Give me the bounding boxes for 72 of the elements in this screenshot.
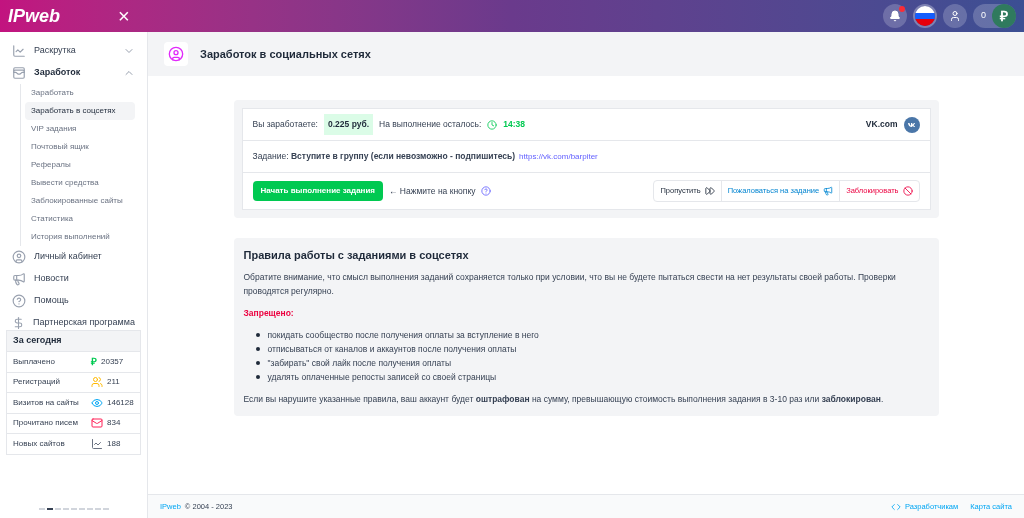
user-icon xyxy=(12,250,26,264)
stat-value: 146128 xyxy=(107,396,134,409)
stat-label: Новых сайтов xyxy=(13,437,66,450)
close-button[interactable]: × xyxy=(118,6,130,26)
logo[interactable]: IPweb xyxy=(8,2,118,30)
submenu-item[interactable]: Заработать в соцсетях xyxy=(25,102,135,120)
bell-icon xyxy=(889,10,901,22)
rule-item: покидать сообщество после получения оплаты за вступление в него xyxy=(267,329,539,342)
sidebar-item[interactable]: Партнерская программа xyxy=(12,312,135,330)
help-icon xyxy=(12,294,26,308)
bullet-icon xyxy=(255,347,260,351)
help-icon xyxy=(481,186,492,196)
notifications-button[interactable] xyxy=(883,4,907,28)
earn-value: 0.225 руб. xyxy=(324,114,374,135)
stat-label: Визитов на сайты xyxy=(13,396,80,409)
submenu-item[interactable]: Заблокированные сайты xyxy=(25,192,135,210)
rules-title: Правила работы с заданиями в соцсетях xyxy=(243,248,470,262)
rule-item: "забирать" свой лайк после получения оплаты xyxy=(267,357,452,370)
eye-icon xyxy=(91,396,103,409)
rules-warning: Если вы нарушите указанные правила, ваш аккаунт будет оштрафован на сумму, превышающую стоимость выполнения задания в 3-10 раз или заблокирован. xyxy=(243,393,885,406)
stat-label: Прочитано писем xyxy=(13,417,79,430)
rule-item: удалять оплаченные репосты записей со своей страницы xyxy=(267,371,497,384)
submenu-item[interactable]: Заработать xyxy=(25,84,135,102)
pager-dash[interactable] xyxy=(46,508,53,510)
code-icon xyxy=(890,501,901,512)
stat-value: 211 xyxy=(107,376,120,389)
mail-icon xyxy=(91,417,103,430)
page-title: Заработок в социальных сетях xyxy=(200,46,371,62)
sidebar-item[interactable]: Новости xyxy=(12,268,135,290)
stat-label: Регистраций xyxy=(13,376,61,389)
sidebar-item[interactable]: Личный кабинет xyxy=(12,246,135,268)
earn-label: Вы заработаете: xyxy=(252,118,318,131)
submenu-item[interactable]: Рефералы xyxy=(25,156,135,174)
skip-icon xyxy=(704,186,715,196)
balance-button[interactable]: 0 ₽ xyxy=(973,4,1016,28)
profile-button[interactable] xyxy=(943,4,967,28)
hint-text: ← Нажмите на кнопку xyxy=(389,184,476,198)
megaphone-icon xyxy=(823,186,834,196)
chart-icon xyxy=(12,44,26,58)
panel-title: За сегодня xyxy=(7,331,140,351)
submenu-item[interactable]: Вывести средства xyxy=(25,174,135,192)
users-icon xyxy=(91,376,103,389)
submenu-item[interactable]: Почтовый ящик xyxy=(25,138,135,156)
bullet-icon xyxy=(255,333,260,337)
task-text: Задание: Вступите в группу (если невозможно - подпишитесь) xyxy=(252,150,516,163)
network-name: VK.com xyxy=(865,118,898,131)
language-flag-button[interactable] xyxy=(913,4,937,28)
sidebar-item[interactable]: Заработок xyxy=(12,62,135,84)
sidebar-item[interactable]: Помощь xyxy=(12,290,135,312)
sidebar-item[interactable]: Раскрутка xyxy=(12,40,135,62)
bullet-icon xyxy=(255,375,260,379)
time-remaining: 14:38 xyxy=(503,118,526,131)
stat-value: 834 xyxy=(107,417,121,430)
clock-icon xyxy=(487,119,498,130)
submenu-item[interactable]: VIP задания xyxy=(25,120,135,138)
stat-label: Выплачено xyxy=(13,355,56,368)
time-label: На выполнение осталось: xyxy=(379,118,482,131)
block-icon xyxy=(902,186,913,196)
user-icon xyxy=(949,10,961,22)
megaphone-icon xyxy=(12,272,26,286)
stat-value: 188 xyxy=(107,437,121,450)
submenu-item[interactable]: Статистика xyxy=(25,210,135,228)
bullet-icon xyxy=(255,361,260,365)
forbidden-label: Запрещено: xyxy=(243,307,295,320)
submenu-item[interactable]: История выполнений xyxy=(25,228,135,246)
vk-icon xyxy=(903,116,920,133)
group-link[interactable]: https://vk.com/barpiter xyxy=(519,150,598,163)
rules-intro: Обратите внимание, что смысл выполнения заданий сохраняется только при условии, что вы не будете пытаться свести на нет результаты своей работы. Проверки проводятся регулярно. xyxy=(243,271,897,298)
stat-value: 20357 xyxy=(101,355,124,368)
chart-icon xyxy=(91,437,103,450)
ruble-sign: ₽ xyxy=(91,355,97,370)
rule-item: отписываться от каналов и аккаунтов после получения оплаты xyxy=(267,343,517,356)
